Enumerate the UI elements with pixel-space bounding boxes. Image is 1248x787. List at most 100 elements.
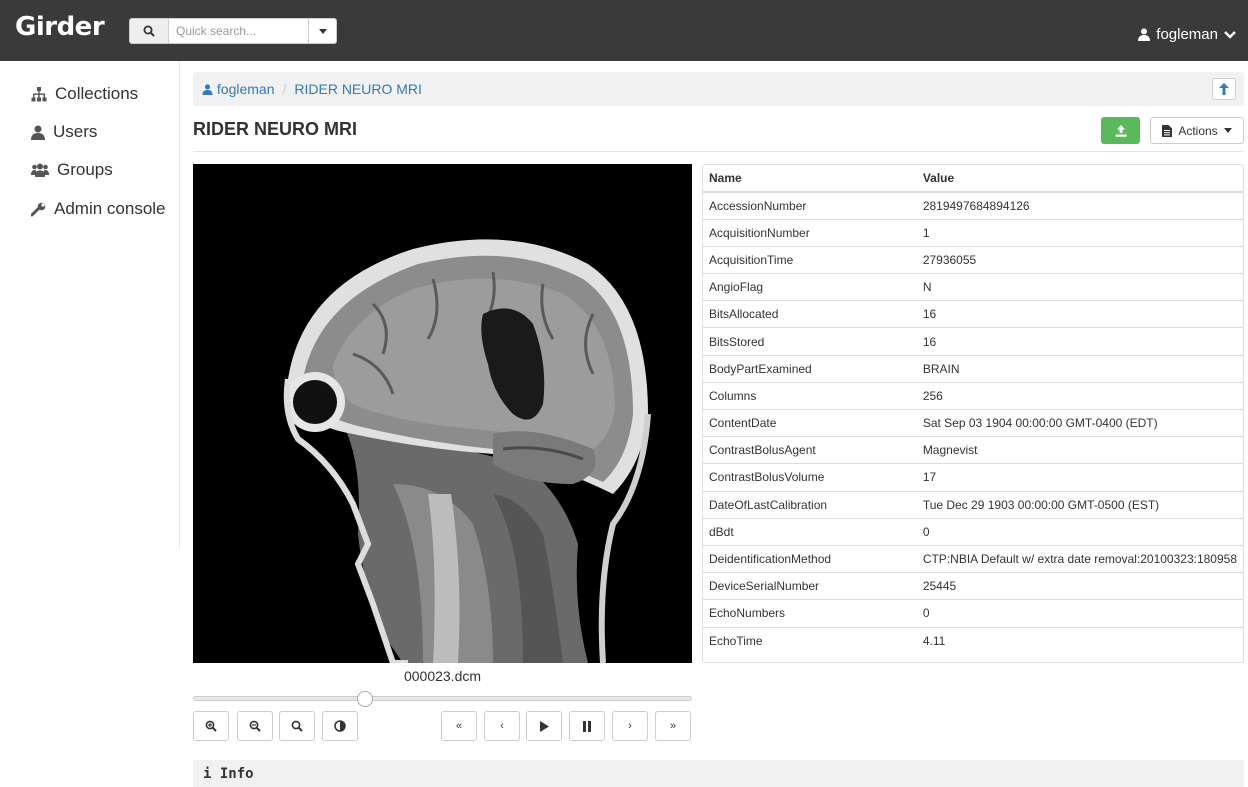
- table-body: AccessionNumber 2819497684894126 Acquisiti…: [703, 191, 1243, 655]
- attribute-name: AcquisitionNumber: [703, 218, 917, 247]
- zoom-reset-icon: [291, 720, 303, 732]
- slice-slider-handle[interactable]: [357, 691, 374, 707]
- table-row: ContrastBolusVolume 17: [703, 463, 1243, 492]
- breadcrumb: fogleman / RIDER NEURO MRI: [193, 72, 1244, 106]
- attribute-name: EchoNumbers: [703, 599, 917, 627]
- sidebar-item-label: Groups: [57, 160, 113, 179]
- parent-folder-button[interactable]: [1212, 78, 1236, 100]
- zoom-out-icon: [249, 720, 261, 732]
- table-row: EchoNumbers 0: [703, 599, 1243, 627]
- user-menu[interactable]: fogleman: [1138, 26, 1236, 43]
- attribute-name: BitsAllocated: [703, 300, 917, 328]
- user-icon: [31, 125, 45, 140]
- table-row: BitsStored 16: [703, 327, 1243, 356]
- search-icon[interactable]: [129, 18, 169, 44]
- table-row: AngioFlag N: [703, 273, 1243, 301]
- brand-logo[interactable]: Girder: [15, 12, 105, 42]
- first-slice-button[interactable]: «: [441, 711, 477, 741]
- search-input[interactable]: [169, 18, 309, 44]
- table-row: AcquisitionNumber 1: [703, 218, 1243, 247]
- search-mode-dropdown[interactable]: [309, 18, 337, 44]
- attribute-name: BodyPartExamined: [703, 354, 917, 383]
- attribute-value: Sat Sep 03 1904 00:00:00 GMT-0400 (EDT): [916, 408, 1243, 437]
- table-row: BitsAllocated 16: [703, 300, 1243, 328]
- current-filename: 000023.dcm: [403, 668, 482, 684]
- attribute-value: 4.11: [916, 626, 1243, 655]
- mri-sagittal-image: [193, 164, 692, 663]
- actions-button[interactable]: Actions: [1150, 117, 1244, 144]
- zoom-in-button[interactable]: [193, 711, 229, 741]
- attribute-name: AngioFlag: [703, 273, 917, 301]
- zoom-out-button[interactable]: [237, 711, 273, 741]
- attribute-name: ContrastBolusAgent: [703, 436, 917, 464]
- previous-icon: ‹: [500, 720, 504, 732]
- sidebar-item-admin-console[interactable]: Admin console: [31, 199, 166, 219]
- contrast-icon: [334, 720, 346, 732]
- breadcrumb-user-label: fogleman: [216, 81, 275, 97]
- table-header-row: Name Value: [703, 165, 1243, 193]
- last-icon: »: [669, 720, 677, 732]
- chevron-down-icon: [1224, 30, 1236, 39]
- dicom-image-viewer[interactable]: [193, 164, 692, 663]
- attribute-name: DeviceSerialNumber: [703, 572, 917, 600]
- next-icon: ›: [628, 720, 632, 732]
- dicom-metadata-table: Name Value AccessionNumber 28194976848941…: [702, 164, 1244, 663]
- attribute-value: 256: [916, 381, 1243, 410]
- last-slice-button[interactable]: »: [655, 711, 691, 741]
- table-row: DeviceSerialNumber 25445: [703, 572, 1243, 600]
- info-label: Info: [219, 766, 254, 782]
- attribute-value: 0: [916, 517, 1243, 546]
- table-row: ContentDate Sat Sep 03 1904 00:00:00 GMT-…: [703, 408, 1243, 437]
- sidebar-item-users[interactable]: Users: [31, 122, 97, 142]
- zoom-in-icon: [205, 720, 217, 732]
- upload-icon: [1115, 124, 1126, 137]
- table-row: AccessionNumber 2819497684894126: [703, 191, 1243, 220]
- previous-slice-button[interactable]: ‹: [484, 711, 520, 741]
- info-title: i Info: [203, 766, 254, 782]
- attribute-name: AcquisitionTime: [703, 245, 917, 274]
- attribute-value: Tue Dec 29 1903 00:00:00 GMT-0500 (EST): [916, 490, 1243, 519]
- next-slice-button[interactable]: ›: [612, 711, 648, 741]
- pause-button[interactable]: [569, 711, 605, 741]
- breadcrumb-separator: /: [282, 81, 287, 97]
- username: fogleman: [1156, 26, 1218, 43]
- contrast-button[interactable]: [322, 711, 358, 741]
- attribute-value: 2819497684894126: [916, 191, 1243, 220]
- pause-icon: [583, 720, 591, 732]
- column-header-value: Value: [916, 165, 1243, 193]
- attribute-name: ContrastBolusVolume: [703, 463, 917, 492]
- caret-down-icon: [1223, 128, 1232, 133]
- breadcrumb-folder[interactable]: RIDER NEURO MRI: [294, 81, 422, 97]
- zoom-reset-button[interactable]: [279, 711, 315, 741]
- slice-slider-track[interactable]: [193, 696, 692, 701]
- attribute-name: DateOfLastCalibration: [703, 490, 917, 519]
- attribute-value: N: [916, 273, 1243, 301]
- table-row: BodyPartExamined BRAIN: [703, 354, 1243, 383]
- caret-down-icon: [318, 28, 327, 34]
- table-row: DeidentificationMethod CTP:NBIA Default w…: [703, 544, 1243, 573]
- level-up-icon: [1219, 83, 1229, 95]
- info-panel-header[interactable]: i Info: [193, 760, 1244, 787]
- first-icon: «: [455, 720, 463, 732]
- actions-label: Actions: [1178, 123, 1218, 138]
- table-row: DateOfLastCalibration Tue Dec 29 1903 00:…: [703, 490, 1243, 519]
- sidebar-item-groups[interactable]: Groups: [31, 160, 113, 180]
- attribute-value: 0: [916, 599, 1243, 627]
- attribute-name: dBdt: [703, 517, 917, 546]
- title-divider: [193, 151, 1244, 152]
- sidebar-item-collections[interactable]: Collections: [31, 84, 138, 104]
- attribute-value: 16: [916, 327, 1243, 356]
- table-row: Columns 256: [703, 381, 1243, 410]
- breadcrumb-trail: fogleman / RIDER NEURO MRI: [202, 81, 422, 97]
- attribute-name: DeidentificationMethod: [703, 544, 917, 573]
- attribute-name: EchoTime: [703, 626, 917, 655]
- user-icon: [202, 84, 213, 95]
- attribute-name: BitsStored: [703, 327, 917, 356]
- attribute-value: BRAIN: [916, 354, 1243, 383]
- quick-search: [129, 18, 337, 44]
- sidebar-item-label: Collections: [55, 84, 139, 103]
- upload-button[interactable]: [1101, 117, 1140, 144]
- play-button[interactable]: [526, 711, 562, 741]
- sitemap-icon: [31, 86, 47, 101]
- breadcrumb-user[interactable]: fogleman: [202, 81, 274, 97]
